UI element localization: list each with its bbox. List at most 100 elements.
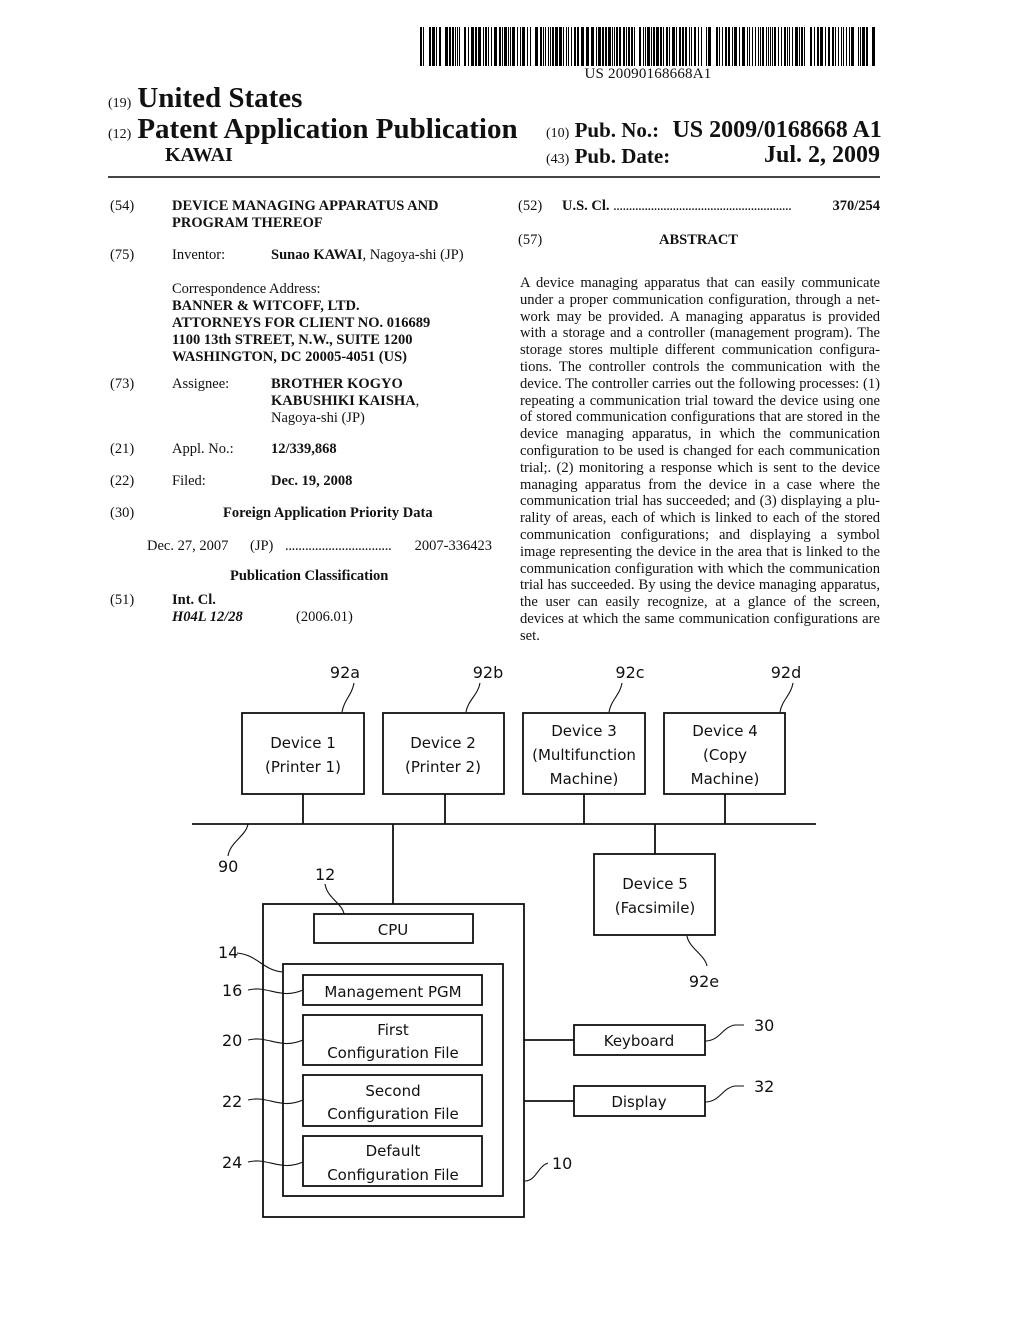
barcode <box>420 27 875 66</box>
barcode-bar <box>577 27 579 66</box>
ref-computer: 10 <box>552 1154 572 1173</box>
barcode-bar <box>804 27 805 66</box>
barcode-bar <box>698 27 699 66</box>
file-label: Configuration File <box>327 1166 459 1184</box>
barcode-bar <box>762 27 764 66</box>
device-1-box <box>241 712 365 795</box>
barcode-bar <box>535 27 538 66</box>
ref-device: 92e <box>689 972 719 991</box>
barcode-bar <box>799 27 800 66</box>
barcode-bar <box>445 27 448 66</box>
publication-number-line: (10) Pub. No.: US 2009/0168668 A1 <box>546 117 882 144</box>
barcode-bar <box>639 27 641 66</box>
barcode-bar <box>708 27 711 66</box>
barcode-bar <box>457 27 458 66</box>
ref-device: 92d <box>771 663 802 682</box>
priority-country: (JP) <box>250 538 274 554</box>
barcode-bar <box>510 27 511 66</box>
barcode-bar <box>478 27 481 66</box>
publication-date-line: (43) Pub. Date: Jul. 2, 2009 <box>546 142 880 169</box>
barcode-bar <box>605 27 607 66</box>
cpu-label: CPU <box>378 921 409 939</box>
ref-device: 92c <box>615 663 644 682</box>
correspondence-line: ATTORNEYS FOR CLIENT NO. 016689 <box>172 315 431 331</box>
barcode-bar <box>835 27 836 66</box>
barcode-bar <box>432 27 435 66</box>
barcode-bar <box>792 27 793 66</box>
barcode-number: US 20090168668A1 <box>584 66 712 82</box>
inventor-location: , Nagoya-shi (JP) <box>362 247 464 263</box>
ref-device: 92b <box>473 663 504 682</box>
barcode-bar <box>801 27 803 66</box>
country-code: (19) <box>108 96 132 111</box>
barcode-bar <box>522 27 525 66</box>
barcode-bar <box>691 27 692 66</box>
barcode-bar <box>571 27 572 66</box>
ref-file: 20 <box>222 1031 242 1050</box>
header-divider <box>108 176 880 178</box>
inventor-name: Sunao KAWAI <box>271 247 363 263</box>
barcode-bar <box>689 27 690 66</box>
leader-line <box>465 682 481 713</box>
barcode-bar <box>682 27 684 66</box>
assignee-name-line2: KABUSHIKI KAISHA, <box>271 393 420 409</box>
field-code: (52) <box>518 198 543 214</box>
field-code: (21) <box>110 441 135 457</box>
barcode-bar <box>475 27 477 66</box>
barcode-bar <box>517 27 518 66</box>
barcode-bar <box>614 27 615 66</box>
leader-line <box>704 1085 744 1103</box>
leader-line <box>227 823 249 857</box>
peripheral-label: Display <box>611 1093 666 1111</box>
publication-type: Patent Application Publication <box>137 113 518 145</box>
pub-no-value: US 2009/0168668 A1 <box>672 117 882 143</box>
barcode-bar <box>563 27 564 66</box>
barcode-bar <box>841 27 842 66</box>
barcode-bar <box>464 27 466 66</box>
pub-date-code: (43) <box>546 152 570 167</box>
file-label: First <box>377 1021 409 1039</box>
barcode-bar <box>651 27 652 66</box>
barcode-bar <box>719 27 720 66</box>
pub-date-value: Jul. 2, 2009 <box>763 142 880 168</box>
barcode-bar <box>520 27 521 66</box>
barcode-bar <box>725 27 727 66</box>
barcode-bar <box>663 27 664 66</box>
barcode-bar <box>784 27 786 66</box>
barcode-bar <box>485 27 487 66</box>
barcode-bar <box>778 27 779 66</box>
barcode-bar <box>755 27 756 66</box>
ref-file: 22 <box>222 1092 242 1111</box>
barcode-bar <box>626 27 627 66</box>
appl-label: Appl. No.: <box>172 441 234 457</box>
barcode-bar <box>669 27 670 66</box>
barcode-bar <box>749 27 750 66</box>
barcode-bar <box>494 27 497 66</box>
device-label: (Facsimile) <box>615 899 696 917</box>
barcode-bar <box>491 27 492 66</box>
peripheral-label: Keyboard <box>604 1032 675 1050</box>
barcode-bar <box>676 27 677 66</box>
barcode-bar <box>866 27 868 66</box>
leader-line <box>524 1162 549 1182</box>
file-label: Configuration File <box>327 1105 459 1123</box>
foreign-priority-title: Foreign Application Priority Data <box>223 505 433 521</box>
barcode-bar <box>660 27 662 66</box>
inventor-value: Sunao KAWAI, Nagoya-shi (JP) <box>271 247 464 264</box>
publication-classification-heading: Publication Classification <box>230 568 389 584</box>
barcode-bar <box>843 27 844 66</box>
barcode-bar <box>795 27 798 66</box>
leader-dots: ................................ <box>285 538 392 554</box>
invention-title-line1: DEVICE MANAGING APPARATUS AND <box>172 198 439 214</box>
barcode-bar <box>862 27 865 66</box>
barcode-bar <box>766 27 767 66</box>
barcode-bar <box>540 27 542 66</box>
field-code: (54) <box>110 198 135 214</box>
barcode-bar <box>774 27 776 66</box>
ref-network: 90 <box>218 857 238 876</box>
ref-file: 24 <box>222 1153 242 1172</box>
us-cl-label: U.S. Cl. <box>562 198 610 214</box>
barcode-bar <box>643 27 644 66</box>
barcode-bar <box>645 27 646 66</box>
barcode-bar <box>739 27 740 66</box>
